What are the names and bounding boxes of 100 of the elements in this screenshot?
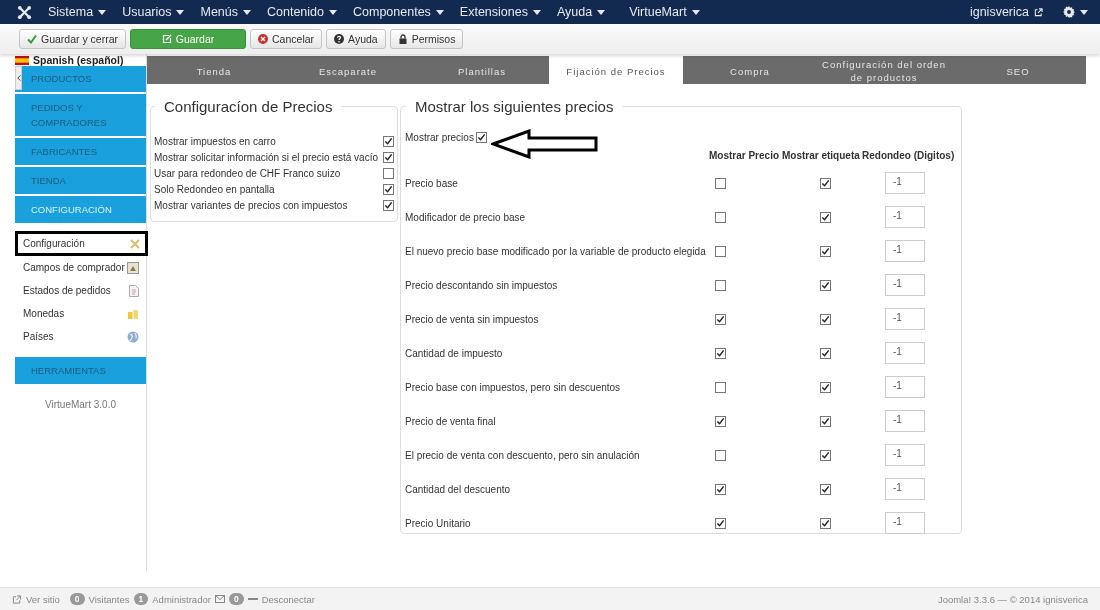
sidebar-link[interactable]: Configuración — [15, 231, 148, 256]
check-icon — [27, 34, 37, 44]
tab[interactable]: Configuración del orden de productos — [817, 56, 951, 84]
sidebar-link[interactable]: Monedas — [15, 302, 146, 325]
caret-icon — [329, 9, 337, 15]
tab[interactable]: Compra — [683, 56, 817, 84]
menu-item[interactable]: Usuarios — [122, 5, 185, 19]
toolbar-button[interactable]: Ayuda — [326, 29, 386, 49]
external-link-icon — [1034, 7, 1043, 17]
menu-item[interactable]: VirtueMart — [629, 5, 700, 19]
rounding-field[interactable]: -1 — [885, 206, 925, 228]
checkbox[interactable] — [383, 151, 394, 163]
checkbox[interactable] — [715, 245, 726, 257]
checkbox[interactable] — [820, 381, 831, 393]
tab[interactable]: SEO — [951, 56, 1085, 84]
checkbox[interactable] — [715, 279, 726, 291]
form-icon — [127, 261, 139, 274]
tab[interactable]: Escaparate — [281, 56, 415, 84]
minus-icon — [247, 597, 258, 601]
rounding-field[interactable]: -1 — [885, 512, 925, 534]
sidebar-link[interactable]: Campos de comprador — [15, 256, 146, 279]
option-label: Mostrar solicitar información si el precio está vacío — [154, 151, 378, 163]
user-link[interactable]: ignisverica — [969, 5, 1043, 19]
caret-icon — [176, 9, 185, 15]
checkbox[interactable] — [383, 183, 394, 195]
caret-icon — [243, 9, 251, 15]
sidebar-link[interactable]: Estados de pedidos — [15, 279, 146, 302]
checkbox[interactable] — [383, 167, 394, 179]
lock-icon — [397, 34, 408, 44]
checkbox[interactable] — [820, 347, 831, 359]
checkbox[interactable] — [475, 131, 487, 143]
caret-icon — [597, 9, 606, 15]
price-label: Precio de venta sin impuestos — [405, 312, 540, 327]
checkbox[interactable] — [715, 517, 726, 529]
price-label: El nuevo precio base modificado por la variable de producto elegida — [405, 244, 707, 259]
rounding-field[interactable]: -1 — [885, 342, 925, 364]
rounding-field[interactable]: -1 — [885, 376, 925, 398]
rounding-field[interactable]: -1 — [885, 444, 925, 466]
checkbox[interactable] — [715, 483, 726, 495]
settings-icon — [1063, 6, 1075, 18]
price-label: Precio base con impuestos, pero sin descuentos — [405, 380, 622, 395]
rounding-field[interactable]: -1 — [885, 478, 925, 500]
checkbox[interactable] — [820, 211, 831, 223]
checkbox[interactable] — [715, 449, 726, 461]
rounding-field[interactable]: -1 — [885, 308, 925, 330]
checkbox[interactable] — [820, 313, 831, 325]
menu-item[interactable]: Ayuda — [556, 5, 606, 19]
menu-item[interactable]: Sistema — [48, 5, 107, 19]
checkbox[interactable] — [820, 415, 831, 427]
column-header: Mostrar etiqueta — [782, 150, 861, 163]
checkbox[interactable] — [715, 381, 726, 393]
caret-icon — [98, 9, 107, 15]
checkbox[interactable] — [715, 177, 726, 189]
checkbox[interactable] — [820, 483, 831, 495]
checkbox[interactable] — [715, 211, 726, 223]
tab[interactable]: Plantillas — [415, 56, 549, 84]
sidebar-toggle[interactable] — [15, 66, 22, 90]
toolbar-button[interactable]: Permisos — [389, 29, 464, 49]
view-site-icon — [12, 594, 22, 604]
menu-item[interactable]: Extensiones — [459, 5, 541, 19]
mail-icon — [214, 595, 225, 603]
menu-item[interactable]: Componentes — [353, 5, 444, 19]
checkbox[interactable] — [820, 449, 831, 461]
price-label: Precio de venta final — [405, 414, 497, 429]
joomla-logo-icon[interactable] — [17, 4, 32, 20]
rounding-field[interactable]: -1 — [885, 274, 925, 296]
document-icon — [129, 284, 139, 297]
caret-icon — [1080, 9, 1088, 15]
price-label: El precio de venta con descuento, pero sin anulación — [405, 448, 641, 463]
toolbar-button[interactable]: Guardar y cerrar — [19, 29, 127, 49]
menu-item[interactable]: Menús — [200, 5, 251, 19]
checkbox[interactable] — [715, 347, 726, 359]
caret-icon — [691, 9, 700, 15]
count-badge: 1 — [133, 593, 149, 605]
checkbox[interactable] — [383, 199, 394, 211]
checkbox[interactable] — [820, 517, 831, 529]
tab[interactable]: Tienda — [147, 56, 281, 84]
globe-icon — [127, 330, 139, 343]
settings-menu[interactable] — [1063, 6, 1088, 18]
checkbox[interactable] — [383, 135, 394, 147]
menu-item[interactable]: Contenido — [267, 5, 337, 19]
column-header: Mostrar Precio — [709, 150, 781, 163]
sidebar-link[interactable]: Países — [15, 325, 146, 348]
tools-icon — [129, 237, 141, 250]
count-badge: 0 — [228, 593, 244, 605]
version-label: Joomla! 3.3.6 — © 2014 ignisverica — [937, 593, 1088, 605]
checkbox[interactable] — [715, 313, 726, 325]
rounding-field[interactable]: -1 — [885, 172, 925, 194]
checkbox[interactable] — [715, 415, 726, 427]
rounding-field[interactable]: -1 — [885, 410, 925, 432]
checkbox[interactable] — [820, 279, 831, 291]
price-label: Precio Unitario — [405, 516, 472, 531]
edit-icon — [161, 34, 172, 44]
toolbar-button[interactable]: Cancelar — [250, 29, 323, 49]
rounding-field[interactable]: -1 — [885, 240, 925, 262]
option-label: Mostrar variantes de precios con impuestos — [154, 199, 348, 211]
checkbox[interactable] — [820, 245, 831, 257]
checkbox[interactable] — [820, 177, 831, 189]
flag-icon — [15, 55, 29, 65]
count-badge: 0 — [69, 593, 85, 605]
